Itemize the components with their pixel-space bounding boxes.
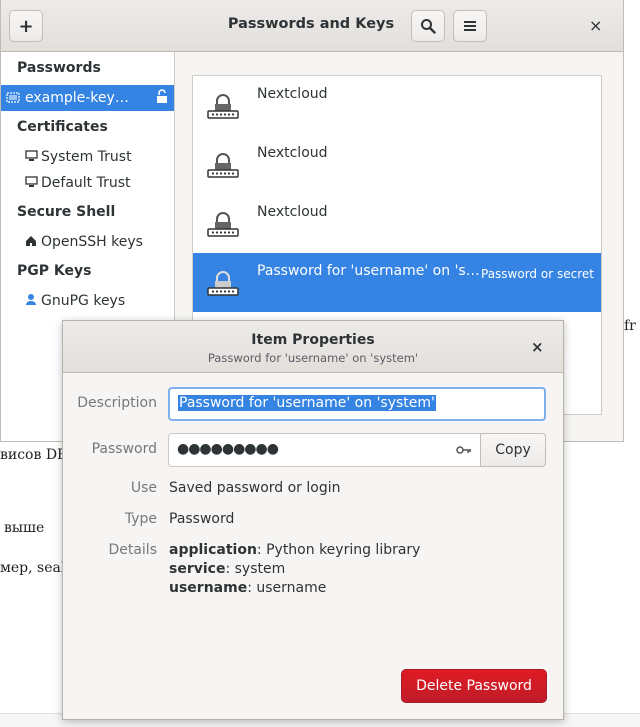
sidebar-item-label: example-key… <box>25 90 129 106</box>
sidebar-item-label: Default Trust <box>41 175 131 191</box>
password-lock-icon <box>207 212 239 237</box>
list-item-subtitle: Password or secret <box>481 267 594 281</box>
sidebar-item-gnupg-keys[interactable]: GnuPG keys <box>1 288 174 314</box>
window-close-icon[interactable]: × <box>589 16 602 35</box>
details-line-application: application: Python keyring library <box>169 542 421 558</box>
sidebar-item-label: System Trust <box>41 149 132 165</box>
add-button[interactable]: + <box>9 10 43 42</box>
dialog-subtitle: Password for 'username' on 'system' <box>207 351 419 365</box>
sidebar-section-secure-shell: Secure Shell <box>17 204 116 220</box>
description-label: Description <box>77 395 157 411</box>
delete-password-label: Delete Password <box>416 678 532 694</box>
copy-button-label: Copy <box>495 442 531 458</box>
keyring-icon <box>5 90 21 107</box>
copy-button[interactable]: Copy <box>480 433 546 467</box>
plus-icon: + <box>18 15 34 37</box>
list-item[interactable]: Nextcloud <box>193 76 601 135</box>
sidebar-item-label: GnuPG keys <box>41 293 126 309</box>
sidebar-section-certificates: Certificates <box>17 119 108 135</box>
details-label: Details <box>108 542 157 558</box>
use-value: Saved password or login <box>169 480 341 496</box>
list-item[interactable]: Nextcloud <box>193 194 601 253</box>
sidebar-section-passwords: Passwords <box>17 60 101 76</box>
home-icon <box>23 235 39 250</box>
hamburger-menu-icon <box>464 21 476 31</box>
sidebar-section-pgp-keys: PGP Keys <box>17 263 92 279</box>
password-field[interactable]: ●●●●●●●●● <box>168 433 481 467</box>
details-line-service: service: system <box>169 561 286 577</box>
list-item-selected[interactable]: Password for 'username' on 's… Password … <box>193 253 601 312</box>
description-field[interactable]: Password for 'username' on 'system' <box>168 387 546 421</box>
search-icon <box>421 19 436 34</box>
dialog-title: Item Properties <box>251 332 375 348</box>
list-item-label: Password for 'username' on 's… <box>257 263 480 279</box>
dialog-header: Item Properties Password for 'username' … <box>63 321 563 373</box>
list-item-label: Nextcloud <box>257 145 328 161</box>
monitor-icon <box>23 175 39 191</box>
password-lock-icon <box>207 94 239 119</box>
list-item-label: Nextcloud <box>257 204 328 220</box>
type-value: Password <box>169 511 235 527</box>
sidebar-item-label: OpenSSH keys <box>41 234 143 250</box>
list-item-label: Nextcloud <box>257 86 328 102</box>
list-item[interactable]: Nextcloud <box>193 135 601 194</box>
unlocked-lock-icon[interactable] <box>156 89 168 108</box>
header-bar: + Passwords and Keys × <box>1 0 623 52</box>
background-text-above: выше <box>4 520 45 536</box>
delete-password-button[interactable]: Delete Password <box>401 669 547 703</box>
dialog-close-icon[interactable]: × <box>531 338 544 356</box>
monitor-icon <box>23 149 39 165</box>
key-icon[interactable] <box>456 444 472 456</box>
sidebar-item-openssh-keys[interactable]: OpenSSH keys <box>1 229 174 255</box>
item-properties-dialog: Item Properties Password for 'username' … <box>62 320 564 720</box>
sidebar-item-default-trust[interactable]: Default Trust <box>1 170 174 196</box>
use-label: Use <box>130 480 157 496</box>
password-lock-icon <box>207 271 239 296</box>
description-value: Password for 'username' on 'system' <box>178 395 436 411</box>
sidebar-item-system-trust[interactable]: System Trust <box>1 144 174 170</box>
menu-button[interactable] <box>453 10 487 42</box>
window-title: Passwords and Keys <box>227 16 395 32</box>
password-value: ●●●●●●●●● <box>177 441 279 457</box>
sidebar-item-example-keyring[interactable]: example-key… <box>1 85 174 111</box>
search-button[interactable] <box>411 10 445 42</box>
user-icon <box>23 293 39 309</box>
password-lock-icon <box>207 153 239 178</box>
background-text-fr: fr <box>624 318 636 334</box>
details-line-username: username: username <box>169 580 327 596</box>
type-label: Type <box>124 511 157 527</box>
background-text-dbus: висов DB <box>0 447 68 463</box>
password-label: Password <box>91 441 157 457</box>
